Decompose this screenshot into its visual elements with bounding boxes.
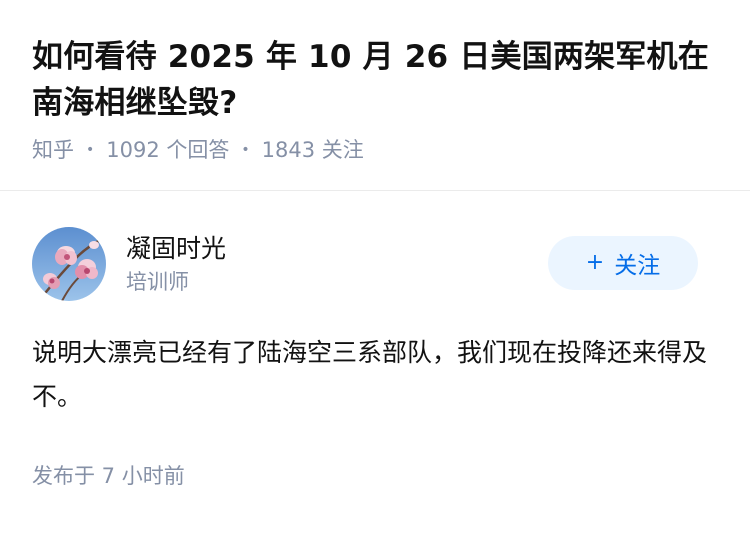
answer-card: 凝固时光 培训师 + 关注 说明大漂亮已经有了陆海空三系部队，我们现在投降还来得… — [0, 191, 750, 491]
question-title[interactable]: 如何看待 2025 年 10 月 26 日美国两架军机在南海相继坠毁? — [32, 34, 718, 126]
publish-time: 发布于 7 小时前 — [32, 464, 185, 488]
avatar[interactable] — [32, 227, 106, 301]
answer-content[interactable]: 说明大漂亮已经有了陆海空三系部队，我们现在投降还来得及不。 — [32, 331, 712, 419]
plus-icon: + — [585, 250, 605, 275]
separator-dot: • — [241, 142, 250, 158]
follower-count[interactable]: 1843 关注 — [262, 134, 364, 166]
question-header: 如何看待 2025 年 10 月 26 日美国两架军机在南海相继坠毁? 知乎 •… — [0, 0, 750, 166]
author-title: 培训师 — [126, 270, 189, 294]
avatar-image — [32, 227, 106, 301]
answer-count[interactable]: 1092 个回答 — [106, 134, 229, 166]
author-name[interactable]: 凝固时光 — [126, 231, 226, 267]
follow-label: 关注 — [614, 253, 661, 279]
author-info: 凝固时光 培训师 — [126, 231, 226, 297]
follow-button[interactable]: + 关注 — [548, 236, 698, 290]
separator-dot: • — [86, 142, 95, 158]
question-meta: 知乎 • 1092 个回答 • 1843 关注 — [32, 134, 718, 166]
source-label[interactable]: 知乎 — [32, 134, 74, 166]
author-row: 凝固时光 培训师 + 关注 — [32, 227, 718, 301]
